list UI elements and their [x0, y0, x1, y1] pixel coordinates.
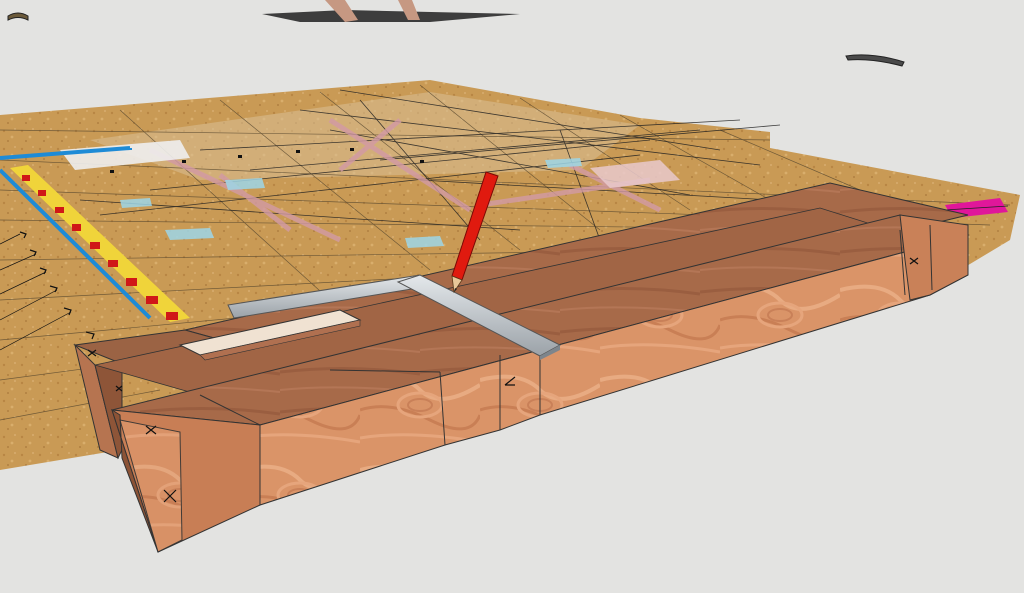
small-tool-right[interactable] — [845, 54, 905, 67]
small-tool-left[interactable] — [7, 12, 29, 21]
distant-figure-feet[interactable] — [262, 0, 520, 22]
model-viewport[interactable] — [0, 0, 1024, 593]
viewport-canvas[interactable] — [0, 0, 1024, 593]
